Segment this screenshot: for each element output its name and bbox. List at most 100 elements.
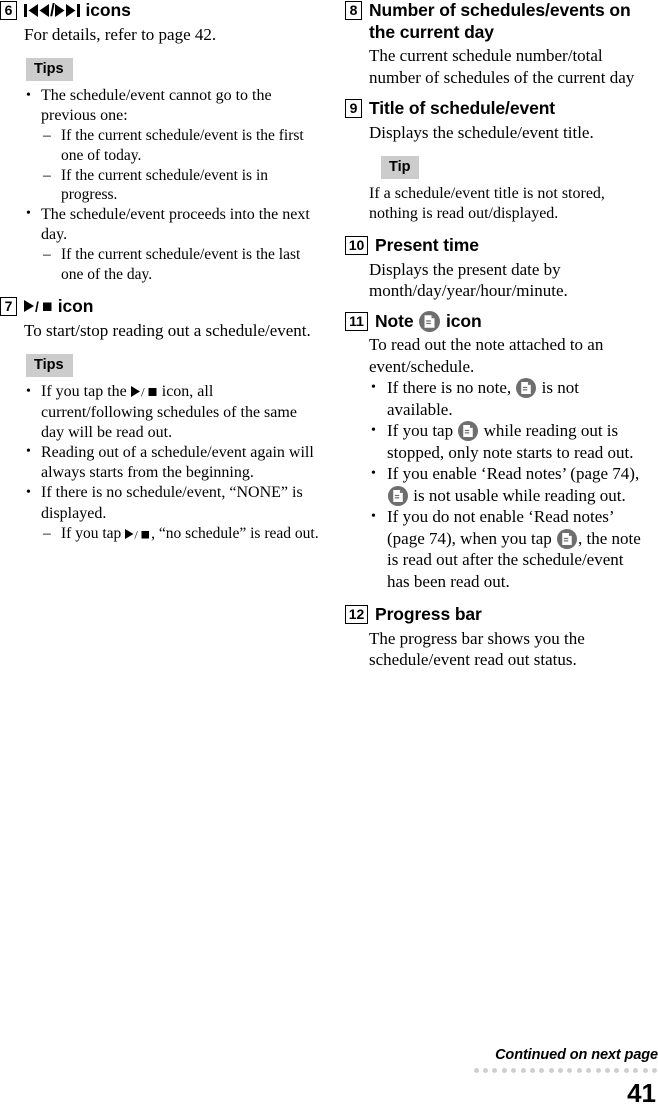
list-item: If you tap while reading out is stopped,… (369, 420, 648, 463)
section-10: 10 Present time Displays the present dat… (345, 235, 648, 302)
continued-note: Continued on next page (495, 1047, 658, 1063)
play-stop-icon: / (24, 299, 53, 313)
play-stop-icon: / (130, 385, 158, 398)
tip-text-before: If you tap the (41, 383, 127, 401)
sub-list: If the current schedule/event is the fir… (41, 126, 319, 204)
section-9: 9 Title of schedule/event Displays the s… (345, 98, 648, 224)
dot (482, 1068, 488, 1073)
section-9-heading: 9 Title of schedule/event (345, 98, 648, 120)
section-10-heading: 10 Present time (345, 235, 648, 257)
bullet-text-after: is not usable while reading out. (413, 485, 626, 505)
note-icon (557, 528, 578, 549)
dot (567, 1068, 573, 1073)
list-item: If you tap / , “no schedule” is read out. (43, 524, 319, 544)
page-number: 41 (627, 1078, 656, 1108)
section-6-tips-list: The schedule/event cannot go to the prev… (0, 86, 319, 284)
section-11-title: Note icon (375, 310, 482, 333)
manual-page: 6 / icons For details, refer to page 42.… (0, 0, 658, 1107)
note-icon (388, 485, 408, 506)
section-7-body: To start/stop reading out a schedule/eve… (24, 320, 311, 340)
sub-text-after: , “no schedule” is read out. (151, 524, 319, 542)
section-9-tip-body: If a schedule/event title is not stored,… (369, 185, 605, 222)
tip-text: The schedule/event cannot go to the prev… (41, 87, 272, 125)
tips-label-7: Tips (26, 354, 73, 378)
section-11-title-prefix: Note (375, 310, 414, 331)
dot (511, 1068, 517, 1073)
sub-text-before: If you tap (61, 524, 122, 542)
list-item: If the current schedule/event is the fir… (43, 126, 319, 165)
dot (529, 1068, 535, 1073)
bullet-text-before: If there is no note, (387, 378, 512, 397)
section-6: 6 / icons For details, refer to page 42.… (0, 0, 319, 284)
section-11-body: To read out the note attached to an even… (369, 335, 604, 376)
section-7-title-text: icon (57, 296, 94, 317)
dot (501, 1068, 507, 1073)
dot (473, 1068, 479, 1073)
next-track-icon (54, 3, 81, 18)
list-item: If the current schedule/event is in prog… (43, 166, 319, 205)
list-item: If there is no note, is not available. (369, 377, 648, 420)
section-6-title: / icons (24, 0, 131, 22)
dot-decoration (318, 1068, 658, 1073)
tip-label-9: Tip (381, 156, 420, 179)
dot (586, 1068, 592, 1073)
page-columns: 6 / icons For details, refer to page 42.… (0, 0, 658, 673)
section-7-title: / icon (24, 296, 93, 318)
svg-text:/: / (141, 385, 145, 398)
list-item: If you tap the / icon, all current/follo… (24, 382, 319, 443)
section-8: 8 Number of schedules/events on the curr… (345, 0, 648, 88)
dot (642, 1068, 648, 1073)
tip-text: If there is no schedule/event, “NONE” is… (41, 484, 303, 522)
list-item: If you do not enable ‘Read notes’ (page … (369, 506, 648, 592)
section-number-box: 6 (0, 1, 17, 20)
section-11-heading: 11 Note icon (345, 310, 648, 333)
sub-list: If you tap / , “no schedule” is read out. (41, 524, 319, 544)
section-9-title: Title of schedule/event (369, 98, 556, 118)
list-item: If there is no schedule/event, “NONE” is… (24, 483, 319, 543)
section-6-title-text: icons (85, 0, 131, 20)
list-item: If the current schedule/event is the las… (43, 245, 319, 284)
dot (576, 1068, 582, 1073)
section-10-title: Present time (375, 235, 479, 255)
right-column: 8 Number of schedules/events on the curr… (329, 0, 658, 673)
list-item: If you enable ‘Read notes’ (page 74), is… (369, 463, 648, 506)
section-12: 12 Progress bar The progress bar shows y… (345, 604, 648, 671)
section-number-box: 9 (345, 99, 362, 118)
section-8-title: Number of schedules/events on the curren… (369, 0, 631, 42)
section-12-title: Progress bar (375, 604, 482, 624)
section-8-heading: 8 Number of schedules/events on the curr… (345, 0, 648, 43)
svg-text:/: / (135, 528, 139, 540)
note-icon (516, 378, 537, 398)
dot (539, 1068, 545, 1073)
left-column: 6 / icons For details, refer to page 42.… (0, 0, 329, 673)
tip-text: The schedule/event proceeds into the nex… (41, 205, 310, 243)
bullet-text-before: If you enable ‘Read notes’ (page 74), (387, 464, 640, 483)
tips-label-6: Tips (26, 58, 73, 81)
dot (614, 1068, 620, 1073)
list-item: The schedule/event proceeds into the nex… (24, 204, 319, 285)
section-11: 11 Note icon To read out the note attach… (345, 310, 648, 593)
dot (652, 1068, 657, 1073)
list-item: The schedule/event cannot go to the prev… (24, 86, 319, 205)
note-icon (419, 310, 441, 332)
play-stop-icon: / (125, 528, 151, 540)
dot (623, 1068, 629, 1073)
page-footer: Continued on next page 41 (318, 1047, 658, 1107)
section-7: 7 / icon To start/stop reading out a sch… (0, 296, 319, 543)
section-12-body: The progress bar shows you the schedule/… (369, 628, 585, 670)
sub-list: If the current schedule/event is the las… (41, 245, 319, 284)
dot (605, 1068, 611, 1073)
section-number-box: 11 (345, 311, 368, 331)
list-item: Reading out of a schedule/event again wi… (24, 442, 319, 483)
dot (548, 1068, 554, 1073)
note-icon (458, 421, 479, 441)
section-6-body: For details, refer to page 42. (24, 24, 217, 44)
section-11-bullet-list: If there is no note, is not available. I… (345, 377, 648, 592)
dot (492, 1068, 498, 1073)
dot (595, 1068, 601, 1073)
section-number-box: 7 (0, 297, 17, 317)
section-9-body: Displays the schedule/event title. (369, 122, 594, 142)
section-11-title-suffix: icon (446, 310, 482, 331)
dot (633, 1068, 639, 1073)
bullet-text-before: If you tap (387, 421, 454, 440)
